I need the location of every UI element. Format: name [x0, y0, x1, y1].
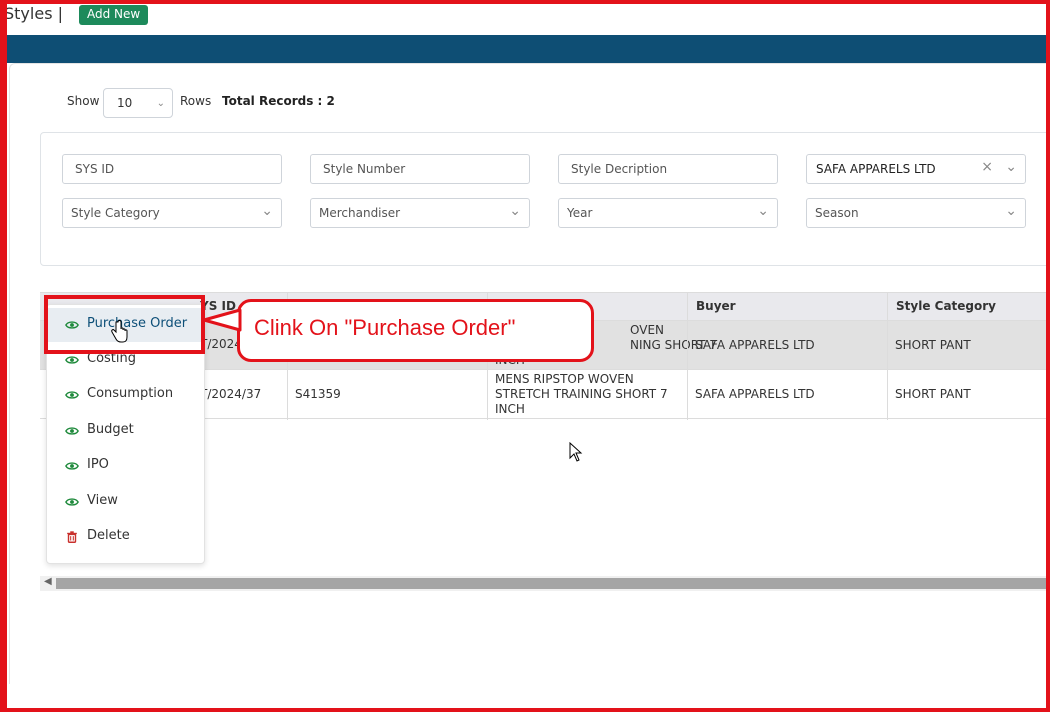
buyer-select[interactable]: SAFA APPARELS LTD × ⌄ [806, 154, 1026, 184]
chevron-down-icon: ⌄ [1005, 203, 1017, 219]
top-bar: Styles | Add New [0, 0, 1050, 34]
style-category-select[interactable]: Style Category ⌄ [62, 198, 282, 228]
chevron-down-icon: ⌄ [509, 203, 521, 219]
sys-id-input[interactable]: SYS ID [62, 154, 282, 184]
nav-band [7, 35, 1047, 63]
rows-per-page-value: 10 [117, 96, 133, 110]
show-label: Show [67, 94, 100, 108]
style-description-placeholder: Style Decription [571, 162, 668, 176]
menu-item-label: IPO [87, 457, 109, 472]
trash-icon [67, 531, 77, 543]
cell-style-category: SHORT PANT [895, 387, 971, 401]
chevron-down-icon: ⌄ [261, 203, 273, 219]
hand-cursor-icon [111, 320, 128, 343]
season-placeholder: Season [815, 206, 859, 220]
menu-item-consumption[interactable]: Consumption [47, 378, 204, 412]
column-header-style-category[interactable]: Style Category [896, 299, 996, 313]
column-header-buyer[interactable]: Buyer [696, 299, 736, 313]
cell-description-line: STRETCH TRAINING SHORT 7 [495, 387, 668, 401]
sys-id-placeholder: SYS ID [75, 162, 115, 176]
callout-text: Clink On "Purchase Order" [254, 315, 516, 340]
cell-sys-id: T/2024/37 [200, 387, 262, 401]
cell-buyer: SAFA APPARELS LTD [695, 387, 815, 401]
callout-pointer [202, 308, 242, 332]
eye-icon [65, 462, 79, 470]
style-description-input[interactable]: Style Decription [558, 154, 778, 184]
menu-item-label: Delete [87, 528, 130, 543]
style-number-placeholder: Style Number [323, 162, 406, 176]
cell-sys-id: T/2024 [200, 337, 242, 351]
style-category-placeholder: Style Category [71, 206, 160, 220]
add-new-button[interactable]: Add New [79, 5, 149, 25]
total-records: Total Records : 2 [222, 94, 335, 108]
cell-buyer: SAFA APPARELS LTD [695, 338, 815, 352]
cell-style-category: SHORT PANT [895, 338, 971, 352]
tutorial-callout: Clink On "Purchase Order" [237, 299, 594, 362]
menu-item-view[interactable]: View [47, 485, 204, 519]
annotation-border [0, 0, 7, 712]
menu-item-delete[interactable]: Delete [47, 520, 204, 554]
rows-label: Rows [180, 94, 212, 108]
chevron-down-icon: ⌄ [1005, 159, 1017, 175]
cell-description-line: MENS RIPSTOP WOVEN [495, 372, 634, 386]
season-select[interactable]: Season ⌄ [806, 198, 1026, 228]
year-select[interactable]: Year ⌄ [558, 198, 778, 228]
cell-style-number: S41359 [295, 387, 341, 401]
clear-icon[interactable]: × [981, 159, 993, 175]
merchandiser-placeholder: Merchandiser [319, 206, 401, 220]
eye-icon [65, 391, 79, 399]
rows-per-page-select[interactable]: 10 ⌄ [103, 88, 173, 118]
cell-description-line: INCH [495, 402, 525, 416]
menu-item-ipo[interactable]: IPO [47, 449, 204, 483]
page-title: Styles | [4, 4, 63, 23]
buyer-selected-value: SAFA APPARELS LTD [816, 162, 936, 176]
chevron-down-icon: ⌄ [757, 203, 769, 219]
arrow-cursor-icon [569, 442, 583, 462]
column-divider [687, 293, 688, 420]
menu-item-label: View [87, 493, 118, 508]
chevron-down-icon: ⌄ [156, 98, 165, 109]
merchandiser-select[interactable]: Merchandiser ⌄ [310, 198, 530, 228]
column-divider [887, 293, 888, 420]
menu-item-label: Consumption [87, 386, 174, 401]
menu-item-label: Budget [87, 422, 134, 437]
style-number-input[interactable]: Style Number [310, 154, 530, 184]
eye-icon [65, 427, 79, 435]
menu-item-budget[interactable]: Budget [47, 414, 204, 448]
eye-icon [65, 356, 79, 364]
horizontal-scrollbar[interactable]: ◀ [40, 576, 1050, 591]
cell-description-line: OVEN [630, 323, 665, 337]
year-placeholder: Year [567, 206, 593, 220]
scrollbar-thumb[interactable] [56, 578, 1050, 589]
scroll-left-icon[interactable]: ◀ [44, 576, 52, 587]
eye-icon [65, 498, 79, 506]
